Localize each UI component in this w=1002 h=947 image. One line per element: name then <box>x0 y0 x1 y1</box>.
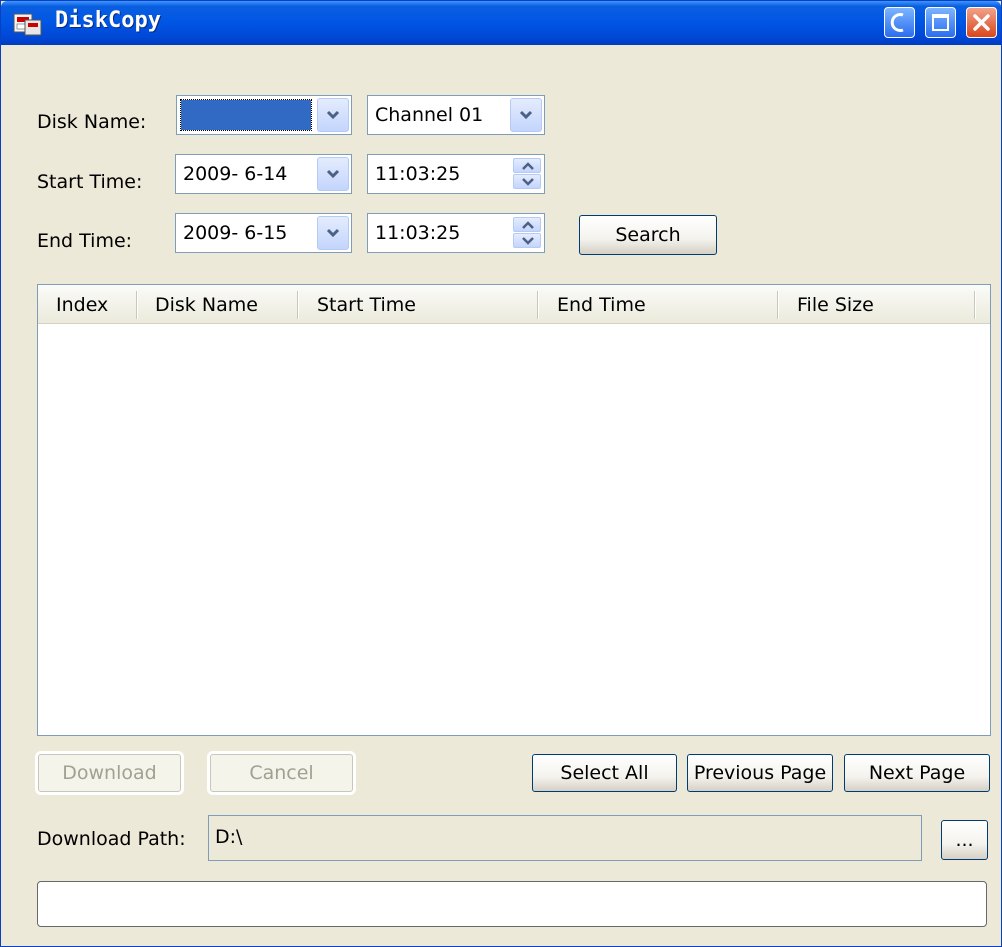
download-progress-bar <box>37 881 987 927</box>
start-time-value: 11:03:25 <box>375 163 461 185</box>
close-button[interactable] <box>966 7 997 38</box>
select-all-button[interactable]: Select All <box>532 754 677 792</box>
download-button[interactable]: Download <box>38 754 181 792</box>
end-time-spinner[interactable] <box>513 217 541 249</box>
end-date-picker[interactable]: 2009- 6-15 <box>175 213 352 253</box>
start-time-input[interactable]: 11:03:25 <box>367 154 545 194</box>
disk-name-dropdown-button[interactable] <box>317 98 349 132</box>
disk-name-select[interactable] <box>176 95 352 135</box>
download-path-field[interactable]: D:\ <box>208 815 922 861</box>
diskcopy-window: DiskCopy Disk Name: Channel 01 Start Tim… <box>0 0 1002 947</box>
column-header-file-size[interactable]: File Size <box>797 285 874 323</box>
channel-select[interactable]: Channel 01 <box>367 95 545 135</box>
table-header: Index Disk Name Start Time End Time File… <box>38 285 990 324</box>
end-time-label: End Time: <box>37 230 133 252</box>
window-title: DiskCopy <box>55 8 161 33</box>
chevron-up-icon <box>522 162 534 170</box>
chevron-down-icon <box>522 178 534 186</box>
previous-page-button[interactable]: Previous Page <box>687 754 833 792</box>
maximize-icon <box>932 14 949 31</box>
start-date-value: 2009- 6-14 <box>183 163 288 185</box>
title-bar[interactable]: DiskCopy <box>1 1 1001 45</box>
column-header-disk-name[interactable]: Disk Name <box>155 285 258 323</box>
download-path-label: Download Path: <box>37 828 186 850</box>
chevron-down-icon <box>519 110 533 120</box>
start-time-down-button[interactable] <box>513 174 541 189</box>
app-icon <box>13 13 42 36</box>
maximize-button[interactable] <box>925 7 956 38</box>
disk-name-label: Disk Name: <box>37 111 147 133</box>
download-path-value: D:\ <box>215 826 243 848</box>
minimize-button[interactable] <box>884 7 915 38</box>
end-date-value: 2009- 6-15 <box>183 222 288 244</box>
search-button[interactable]: Search <box>579 215 717 255</box>
column-divider[interactable] <box>297 291 299 319</box>
browse-button[interactable]: ... <box>941 820 988 860</box>
cancel-button[interactable]: Cancel <box>210 754 353 792</box>
chevron-up-icon <box>522 221 534 229</box>
end-time-input[interactable]: 11:03:25 <box>367 213 545 253</box>
column-header-index[interactable]: Index <box>56 285 108 323</box>
start-time-spinner[interactable] <box>513 158 541 190</box>
column-divider[interactable] <box>974 291 976 319</box>
start-date-dropdown-button[interactable] <box>317 157 349 191</box>
column-header-start-time[interactable]: Start Time <box>317 285 416 323</box>
chevron-down-icon <box>326 169 340 179</box>
close-icon <box>973 14 990 31</box>
column-divider[interactable] <box>537 291 539 319</box>
chevron-down-icon <box>522 237 534 245</box>
channel-value: Channel 01 <box>375 104 484 126</box>
start-time-up-button[interactable] <box>513 158 541 173</box>
start-time-label: Start Time: <box>37 171 143 193</box>
chevron-down-icon <box>326 228 340 238</box>
results-table[interactable]: Index Disk Name Start Time End Time File… <box>37 284 991 736</box>
chevron-down-icon <box>326 110 340 120</box>
disk-name-selection <box>180 99 312 131</box>
column-divider[interactable] <box>136 291 138 319</box>
start-date-picker[interactable]: 2009- 6-14 <box>175 154 352 194</box>
column-divider[interactable] <box>777 291 779 319</box>
end-time-value: 11:03:25 <box>375 222 461 244</box>
next-page-button[interactable]: Next Page <box>844 754 990 792</box>
end-time-up-button[interactable] <box>513 217 541 232</box>
column-header-end-time[interactable]: End Time <box>557 285 646 323</box>
minimize-icon <box>890 13 904 32</box>
end-time-down-button[interactable] <box>513 233 541 248</box>
end-date-dropdown-button[interactable] <box>317 216 349 250</box>
channel-dropdown-button[interactable] <box>510 98 542 132</box>
